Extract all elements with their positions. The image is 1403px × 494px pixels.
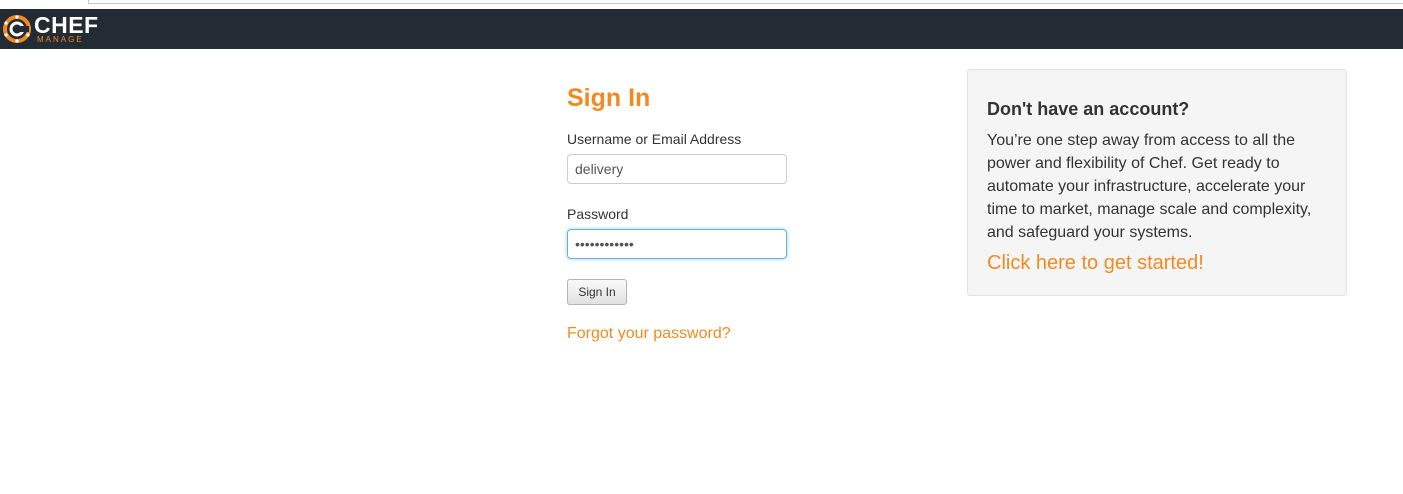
signup-description: You’re one step away from access to all … [987, 132, 1312, 241]
get-started-link[interactable]: Click here to get started! [987, 252, 1204, 275]
chef-logo-icon [3, 15, 31, 43]
username-label: Username or Email Address [567, 131, 742, 147]
brand-name: CHEF [34, 12, 99, 38]
signin-title: Sign In [567, 84, 651, 112]
username-input[interactable] [567, 154, 787, 184]
password-label: Password [567, 206, 629, 222]
top-navbar: CHEF MANAGE [0, 9, 1403, 49]
signup-heading: Don't have an account? [987, 99, 1190, 119]
signin-button[interactable]: Sign In [567, 279, 627, 305]
brand-logo[interactable]: CHEF MANAGE [2, 12, 112, 46]
browser-chrome-edge [0, 0, 1403, 9]
brand-subtitle: MANAGE [37, 35, 84, 44]
signup-panel: Don't have an account? You’re one step a… [967, 69, 1347, 296]
forgot-password-link[interactable]: Forgot your password? [567, 325, 731, 343]
address-bar-edge [88, 0, 1403, 4]
password-input[interactable] [567, 229, 787, 259]
